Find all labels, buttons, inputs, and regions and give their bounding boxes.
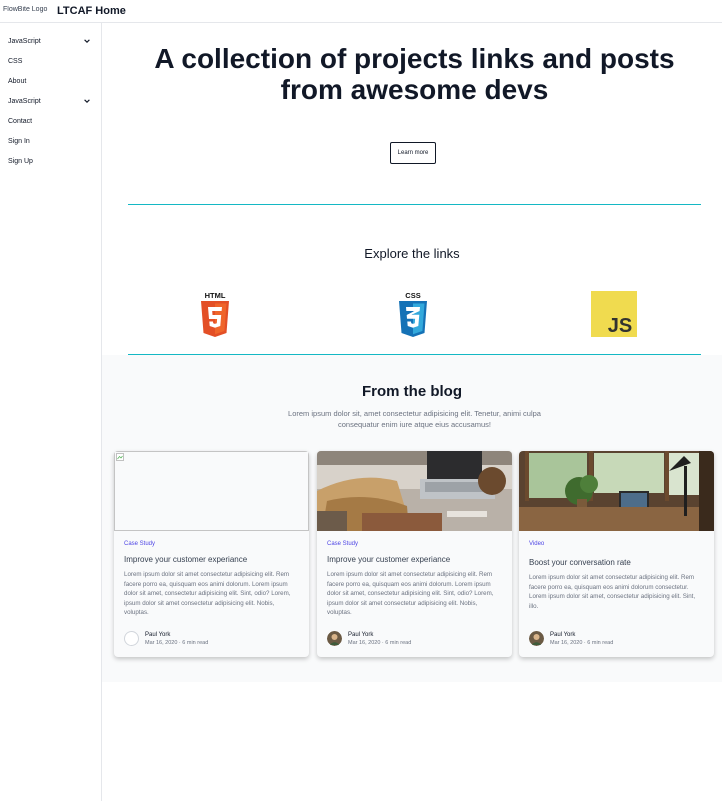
- desk-laptop-image: [317, 451, 512, 531]
- sidebar-item-javascript-2[interactable]: JavaScript: [0, 91, 101, 111]
- js-icon[interactable]: JS: [591, 291, 637, 337]
- sidebar-item-label: JavaScript: [8, 97, 41, 105]
- author-name[interactable]: Paul York: [550, 632, 613, 638]
- post-title[interactable]: Improve your customer experiance: [124, 555, 299, 564]
- main-content: A collection of projects links and posts…: [102, 23, 722, 801]
- blog-card[interactable]: Case Study Improve your customer experia…: [114, 451, 309, 657]
- avatar[interactable]: [529, 631, 544, 646]
- learn-more-button[interactable]: Learn more: [390, 142, 436, 164]
- sidebar-item-label: Sign In: [8, 137, 30, 145]
- flowbite-logo[interactable]: FlowBite Logo: [3, 6, 55, 13]
- post-category[interactable]: Video: [529, 541, 704, 547]
- window-desk-image: [519, 451, 714, 531]
- sidebar-item-css[interactable]: CSS: [0, 51, 101, 71]
- explore-heading: Explore the links: [364, 246, 460, 261]
- sidebar-item-sign-up[interactable]: Sign Up: [0, 151, 101, 171]
- svg-text:JS: JS: [608, 315, 632, 337]
- post-description: Lorem ipsum dolor sit amet consectetur a…: [124, 571, 291, 616]
- post-author: Paul York Mar 16, 2020 · 6 min read: [529, 631, 613, 646]
- blog-title: From the blog: [362, 383, 462, 400]
- brand-title[interactable]: LTCAF Home: [57, 5, 126, 17]
- sidebar-item-label: Sign Up: [8, 157, 33, 165]
- post-description: Lorem ipsum dolor sit amet consectetur a…: [327, 571, 494, 616]
- post-meta: Mar 16, 2020 · 6 min read: [348, 639, 412, 646]
- author-name[interactable]: Paul York: [145, 632, 208, 638]
- sidebar: JavaScript CSS About JavaScript Contact …: [0, 23, 102, 801]
- post-category[interactable]: Case Study: [327, 541, 502, 547]
- top-navbar: FlowBite Logo LTCAF Home: [0, 0, 722, 23]
- sidebar-item-label: JavaScript: [8, 37, 41, 45]
- blog-section: From the blog Lorem ipsum dolor sit, ame…: [102, 355, 722, 682]
- post-category[interactable]: Case Study: [124, 541, 299, 547]
- chevron-down-icon: [84, 99, 90, 103]
- post-author: Paul York Mar 16, 2020 · 6 min read: [327, 631, 411, 646]
- svg-text:HTML: HTML: [205, 291, 226, 300]
- avatar[interactable]: [327, 631, 342, 646]
- blog-subtitle: Lorem ipsum dolor sit, amet consectetur …: [288, 409, 541, 429]
- chevron-down-icon: [84, 39, 90, 43]
- sidebar-item-label: About: [8, 77, 27, 85]
- svg-text:CSS: CSS: [405, 291, 420, 300]
- divider: [128, 204, 701, 205]
- author-name[interactable]: Paul York: [348, 632, 411, 638]
- post-image: [519, 451, 714, 531]
- sidebar-item-about[interactable]: About: [0, 71, 101, 91]
- post-meta: Mar 16, 2020 · 6 min read: [550, 639, 614, 646]
- sidebar-item-label: Contact: [8, 117, 33, 125]
- css3-icon[interactable]: CSS: [396, 291, 430, 339]
- html5-icon[interactable]: HTML: [198, 291, 232, 339]
- sidebar-item-contact[interactable]: Contact: [0, 111, 101, 131]
- post-author: Paul York Mar 16, 2020 · 6 min read: [124, 631, 208, 646]
- avatar[interactable]: [124, 631, 139, 646]
- broken-image-icon: [116, 453, 124, 461]
- sidebar-item-label: CSS: [8, 57, 23, 65]
- sidebar-item-sign-in[interactable]: Sign In: [0, 131, 101, 151]
- post-image: [317, 451, 512, 531]
- blog-card[interactable]: Video Boost your conversation rate Lorem…: [519, 451, 714, 657]
- sidebar-item-javascript[interactable]: JavaScript: [0, 31, 101, 51]
- post-description: Lorem ipsum dolor sit amet consectetur a…: [529, 574, 696, 610]
- post-meta: Mar 16, 2020 · 6 min read: [145, 639, 209, 646]
- hero-title: A collection of projects links and posts…: [154, 43, 675, 105]
- blog-card[interactable]: Case Study Improve your customer experia…: [317, 451, 512, 657]
- post-title[interactable]: Boost your conversation rate: [529, 558, 704, 567]
- post-title[interactable]: Improve your customer experiance: [327, 555, 502, 564]
- broken-image: [114, 451, 309, 531]
